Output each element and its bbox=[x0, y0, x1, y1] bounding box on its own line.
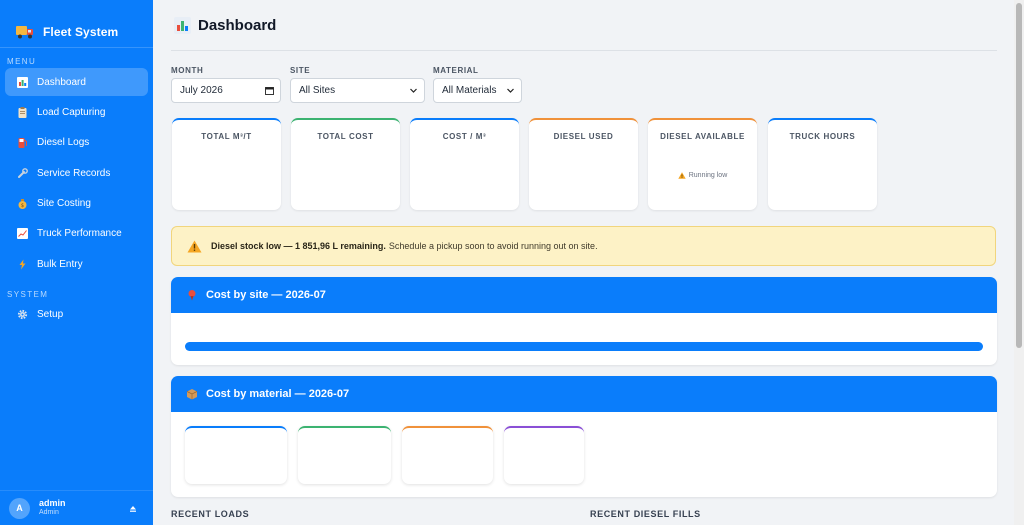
user-text: admin Admin bbox=[39, 498, 66, 517]
pin-icon bbox=[188, 290, 196, 301]
panel-header: Cost by material — 2026-07 bbox=[171, 376, 997, 412]
logout-icon[interactable] bbox=[129, 505, 137, 513]
stat-card-total-volume: TOTAL M³/T bbox=[172, 118, 281, 210]
stat-label: COST / M³ bbox=[442, 132, 487, 141]
fuel-pump-icon bbox=[18, 138, 27, 149]
user-profile[interactable]: A admin Admin bbox=[0, 490, 153, 525]
system-nav: Setup bbox=[0, 301, 153, 329]
avatar: A bbox=[9, 497, 30, 519]
stat-label: TOTAL M³/T bbox=[201, 132, 252, 141]
recent-loads-heading: RECENT LOADS bbox=[171, 509, 250, 519]
nav-label: Diesel Logs bbox=[37, 137, 90, 149]
nav-label: Dashboard bbox=[37, 76, 86, 88]
stat-card-diesel-used: DIESEL USED bbox=[529, 118, 638, 210]
site-select[interactable]: All Sites bbox=[290, 78, 425, 103]
nav-label: Service Records bbox=[37, 167, 111, 179]
trend-chart-icon bbox=[17, 228, 28, 240]
nav-bulk-entry[interactable]: Bulk Entry bbox=[5, 250, 148, 278]
stat-card-truck-hours: TRUCK HOURS bbox=[768, 118, 877, 210]
panel-header: Cost by site — 2026-07 bbox=[171, 277, 997, 313]
material-select[interactable]: All Materials bbox=[433, 78, 522, 103]
calendar-icon bbox=[265, 87, 274, 95]
nav-service-records[interactable]: Service Records bbox=[5, 159, 148, 187]
brand-title: Fleet System bbox=[43, 25, 119, 39]
nav-label: Truck Performance bbox=[37, 228, 122, 240]
warning-icon bbox=[678, 172, 686, 179]
material-card bbox=[298, 426, 391, 484]
main-content: Dashboard MONTH July 2026 SITE All Sites… bbox=[153, 0, 1014, 525]
main-nav: Dashboard Load Capturing Diesel Logs Ser… bbox=[0, 68, 153, 278]
diesel-low-alert: Diesel stock low — 1 851,96 L remaining.… bbox=[171, 226, 996, 266]
system-section-label: SYSTEM bbox=[7, 289, 49, 299]
chevron-down-icon bbox=[507, 88, 514, 93]
scroll-thumb[interactable] bbox=[1016, 3, 1022, 348]
site-cost-bar bbox=[185, 342, 983, 351]
cost-by-site-panel: Cost by site — 2026-07 bbox=[171, 277, 997, 365]
stat-label: TRUCK HOURS bbox=[789, 132, 856, 141]
stat-label: TOTAL COST bbox=[317, 132, 374, 141]
nav-load-capturing[interactable]: Load Capturing bbox=[5, 98, 148, 126]
wrench-icon bbox=[18, 167, 28, 178]
running-low-text: Running low bbox=[688, 172, 728, 179]
sidebar: Fleet System MENU Dashboard Load Capturi… bbox=[0, 0, 153, 525]
lightning-icon bbox=[19, 259, 26, 270]
stat-card-diesel-available: DIESEL AVAILABLE Running low bbox=[648, 118, 757, 210]
nav-diesel-logs[interactable]: Diesel Logs bbox=[5, 129, 148, 157]
gear-icon bbox=[17, 310, 28, 320]
nav-setup[interactable]: Setup bbox=[5, 301, 148, 329]
site-value: All Sites bbox=[299, 85, 336, 96]
stat-label: DIESEL USED bbox=[553, 132, 614, 141]
panel-title: Cost by site — 2026-07 bbox=[206, 289, 326, 301]
month-filter-label: MONTH bbox=[171, 66, 204, 75]
nav-label: Bulk Entry bbox=[37, 258, 83, 270]
material-card bbox=[402, 426, 493, 484]
stat-label: DIESEL AVAILABLE bbox=[660, 132, 745, 141]
user-role: Admin bbox=[39, 509, 59, 517]
user-name: admin bbox=[39, 498, 66, 509]
recent-diesel-heading: RECENT DIESEL FILLS bbox=[590, 509, 701, 519]
page-header: Dashboard bbox=[171, 0, 997, 51]
stat-card-cost-per-m3: COST / M³ bbox=[410, 118, 519, 210]
cost-by-material-panel: Cost by material — 2026-07 bbox=[171, 376, 997, 497]
site-filter-label: SITE bbox=[290, 66, 311, 75]
chevron-down-icon bbox=[410, 88, 417, 93]
running-low-note: Running low bbox=[648, 172, 757, 179]
material-card bbox=[185, 426, 287, 484]
nav-label: Setup bbox=[37, 309, 64, 321]
warning-icon bbox=[187, 240, 202, 252]
month-value: July 2026 bbox=[180, 85, 223, 96]
material-filter-label: MATERIAL bbox=[433, 66, 479, 75]
material-card bbox=[504, 426, 584, 484]
brand[interactable]: Fleet System bbox=[0, 0, 153, 48]
nav-label: Load Capturing bbox=[37, 106, 106, 118]
material-value: All Materials bbox=[442, 85, 497, 96]
alert-headline: Diesel stock low — 1 851,96 L remaining. bbox=[211, 241, 386, 251]
clipboard-icon bbox=[18, 106, 27, 118]
menu-section-label: MENU bbox=[7, 57, 37, 66]
chart-icon bbox=[17, 76, 28, 88]
page-scrollbar[interactable] bbox=[1014, 0, 1024, 525]
panel-title: Cost by material — 2026-07 bbox=[206, 388, 350, 400]
stat-card-total-cost: TOTAL COST bbox=[291, 118, 400, 210]
money-bag-icon: $ bbox=[18, 199, 27, 210]
svg-text:$: $ bbox=[21, 203, 24, 209]
page-title: Dashboard bbox=[198, 16, 277, 34]
nav-truck-performance[interactable]: Truck Performance bbox=[5, 220, 148, 248]
nav-site-costing[interactable]: $ Site Costing bbox=[5, 190, 148, 218]
chart-icon bbox=[174, 16, 191, 34]
nav-dashboard[interactable]: Dashboard bbox=[5, 68, 148, 96]
month-picker[interactable]: July 2026 bbox=[171, 78, 281, 103]
nav-label: Site Costing bbox=[37, 198, 91, 210]
box-icon bbox=[186, 389, 198, 400]
truck-icon bbox=[16, 26, 33, 39]
alert-message: Schedule a pickup soon to avoid running … bbox=[388, 241, 598, 251]
